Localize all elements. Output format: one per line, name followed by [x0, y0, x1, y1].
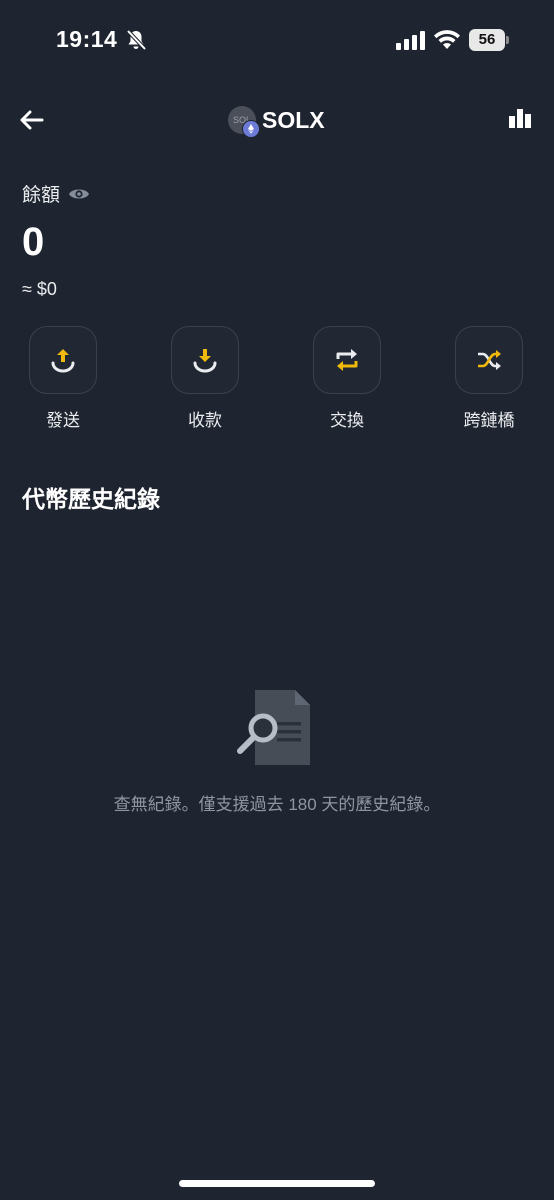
home-indicator[interactable]	[179, 1180, 375, 1187]
status-time: 19:14	[56, 26, 118, 52]
balance-label-row: 餘額	[22, 180, 90, 207]
header: SOL SOLX	[0, 96, 554, 144]
wifi-icon	[434, 30, 460, 49]
empty-state-message: 查無紀錄。僅支援過去 180 天的歷史紀錄。	[113, 795, 441, 814]
swap-action[interactable]: 交換	[302, 326, 392, 431]
token-title: SOL SOLX	[228, 104, 325, 138]
signal-icon	[396, 31, 425, 50]
send-icon	[51, 349, 75, 373]
document-search-icon	[237, 690, 310, 765]
battery-level: 56	[469, 29, 505, 51]
receive-action[interactable]: 收款	[160, 326, 250, 431]
token-symbol: SOLX	[262, 106, 325, 133]
battery-cap	[506, 36, 509, 44]
receive-label: 收款	[188, 411, 222, 430]
bar-chart-icon[interactable]	[506, 104, 534, 132]
swap-label: 交換	[330, 411, 364, 430]
bridge-action[interactable]: 跨鏈橋	[444, 326, 534, 431]
bridge-icon	[478, 350, 501, 370]
send-button[interactable]	[29, 326, 97, 394]
action-bar: 發送 收款 交換 跨鏈橋	[0, 326, 554, 436]
receive-button[interactable]	[171, 326, 239, 394]
history-title: 代幣歷史紀錄	[22, 486, 160, 512]
ethereum-badge-icon	[242, 120, 260, 138]
back-arrow-icon[interactable]	[16, 104, 48, 136]
send-label: 發送	[46, 411, 80, 430]
eye-icon[interactable]	[68, 186, 90, 202]
bridge-label: 跨鏈橋	[463, 411, 515, 430]
send-action[interactable]: 發送	[18, 326, 108, 431]
status-bar: 19:14 56	[0, 0, 554, 84]
balance-amount: 0	[22, 220, 45, 264]
token-logo: SOL	[228, 106, 260, 138]
bridge-button[interactable]	[455, 326, 523, 394]
balance-label: 餘額	[22, 185, 61, 206]
swap-button[interactable]	[313, 326, 381, 394]
receive-icon	[193, 349, 217, 373]
balance-fiat-value: ≈ $0	[22, 279, 57, 299]
bell-off-icon	[126, 29, 147, 51]
swap-icon	[336, 349, 358, 371]
